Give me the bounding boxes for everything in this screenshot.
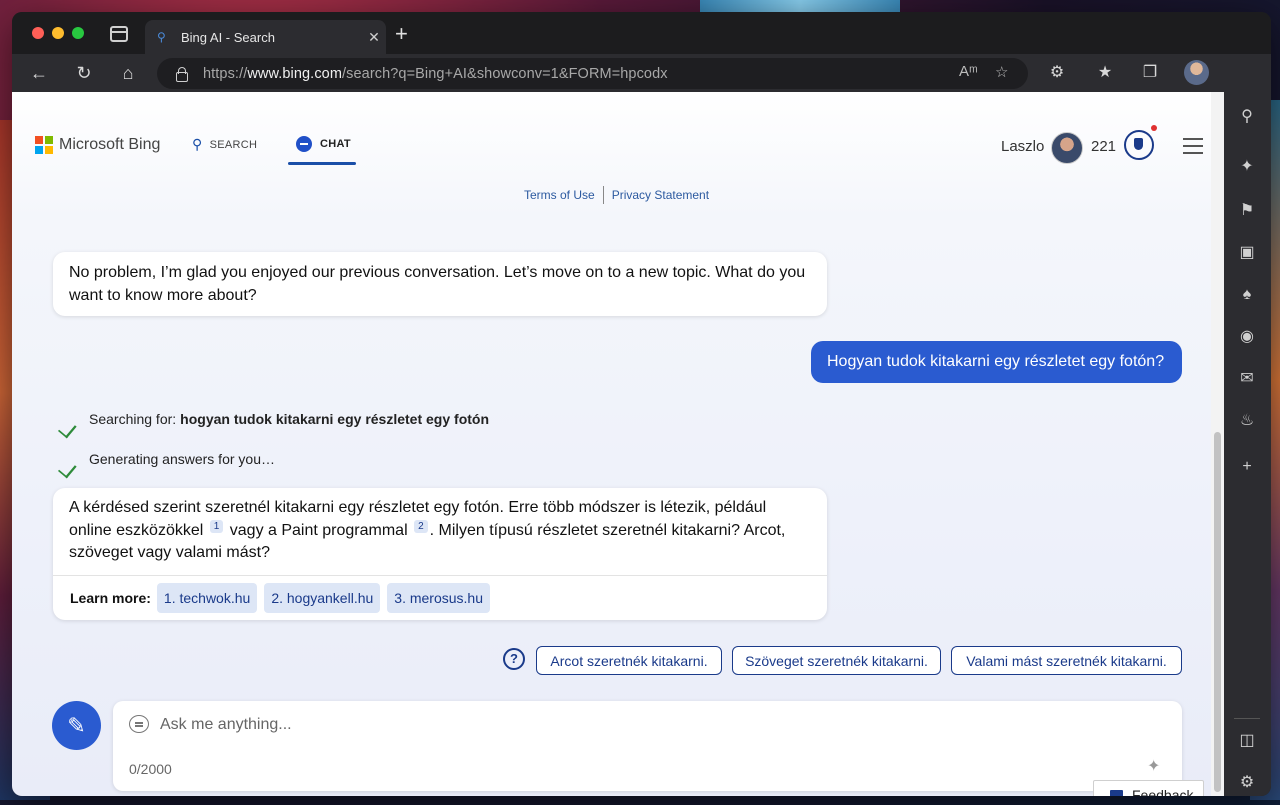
scrollbar-thumb[interactable] [1214,432,1221,792]
tab-actions-icon[interactable] [110,26,128,42]
suggestion-button[interactable]: Szöveget szeretnék kitakarni. [732,646,941,675]
active-tab-indicator [288,162,356,165]
add-favorite-icon[interactable]: ☆ [995,63,1009,81]
reload-button[interactable]: ↻ [70,59,98,87]
suggestion-button[interactable]: Valami mást szeretnék kitakarni. [951,646,1182,675]
chat-icon [296,136,312,152]
notifications-icon[interactable]: ♨ [1236,410,1258,432]
search-icon: ⚲ [157,30,166,44]
tools-briefcase-icon[interactable]: ▣ [1236,242,1258,264]
collections-icon[interactable]: ❐ [1139,62,1161,82]
feedback-icon [1110,789,1123,796]
source-link[interactable]: 3. merosus.hu [387,582,490,614]
citation-1[interactable]: 1 [209,519,224,533]
feedback-button[interactable]: Feedback [1093,780,1204,796]
extensions-icon[interactable]: ⚙ [1046,62,1068,82]
privacy-link[interactable]: Privacy Statement [612,188,709,202]
status-searching-label: Searching for: [89,411,177,427]
search-icon: ⚲ [192,136,203,152]
url-host: www.bing.com [247,65,343,82]
page-scrollbar[interactable] [1211,92,1224,796]
hide-sidebar-icon[interactable]: ◫ [1236,730,1258,752]
tab-chat[interactable]: CHAT [296,136,351,152]
games-icon[interactable]: ♠ [1236,284,1258,306]
hamburger-menu-icon[interactable] [1183,138,1203,159]
composer: 0/2000 ✦ [113,701,1182,791]
rewards-points[interactable]: 221 [1091,138,1116,155]
status-searching-query: hogyan tudok kitakarni egy részletet egy… [180,411,490,427]
pin-icon[interactable]: ✦ [1147,756,1160,776]
terms-link[interactable]: Terms of Use [524,188,595,202]
new-topic-broom-button[interactable]: ✎ [52,701,101,750]
logo-text: Microsoft Bing [59,136,161,153]
url-prefix: https:// [203,65,248,82]
tab-strip: ⚲ Bing AI - Search ✕ + [12,12,1271,54]
feedback-label: Feedback [1132,786,1194,797]
avatar[interactable] [1051,132,1083,164]
tab-search[interactable]: ⚲ SEARCH [192,136,257,153]
learn-more: Learn more: 1. techwok.hu 2. hogyankell.… [53,575,827,620]
browser-toolbar: ← ↻ ⌂ https://www.bing.com/search?q=Bing… [12,54,1271,92]
page-viewport: Microsoft Bing ⚲ SEARCH CHAT Laszlo 221 … [12,92,1224,796]
office-icon[interactable]: ◉ [1236,326,1258,348]
lock-icon [175,66,188,82]
check-icon [56,412,78,426]
window-close-button[interactable] [32,27,44,39]
shopping-tag-icon[interactable]: ⚑ [1236,200,1258,222]
bing-logo[interactable]: Microsoft Bing [35,136,160,154]
settings-gear-icon[interactable]: ⚙ [1236,772,1258,794]
tab-chat-label: CHAT [320,138,351,150]
back-button[interactable]: ← [25,59,53,87]
home-button[interactable]: ⌂ [114,59,142,87]
browser-window: ⚲ Bing AI - Search ✕ + ← ↻ ⌂ https://www… [12,12,1271,796]
edge-sidebar: ⚲ ✦ ⚑ ▣ ♠ ◉ ✉ ♨ + ◫ ⚙ [1224,54,1271,796]
read-aloud-icon[interactable]: Aᵐ [959,63,978,80]
new-tab-button[interactable]: + [395,22,408,46]
rewards-trophy-icon[interactable] [1124,130,1154,160]
search-icon[interactable]: ⚲ [1236,106,1258,128]
check-icon [56,452,78,466]
address-bar[interactable]: https://www.bing.com/search?q=Bing+AI&sh… [157,58,1028,89]
ask-input[interactable] [160,713,1060,737]
bot-answer-text: A kérdésed szerint szeretnél kitakarni e… [53,488,827,576]
favorites-icon[interactable]: ★ [1094,62,1116,82]
outlook-icon[interactable]: ✉ [1236,368,1258,390]
user-name[interactable]: Laszlo [1001,138,1044,155]
answer-part-2: vagy a Paint programmal [229,521,408,539]
suggestion-button[interactable]: Arcot szeretnék kitakarni. [536,646,722,675]
source-link[interactable]: 2. hogyankell.hu [264,582,381,614]
url-path: /search?q=Bing+AI&showconv=1&FORM=hpcodx [342,65,668,82]
window-maximize-button[interactable] [72,27,84,39]
legal-links: Terms of Use Privacy Statement [524,186,709,204]
user-message: Hogyan tudok kitakarni egy részletet egy… [811,341,1182,383]
tab-bing-ai[interactable]: ⚲ Bing AI - Search ✕ [145,20,386,54]
microsoft-logo-icon [35,136,53,154]
citation-2[interactable]: 2 [414,519,428,533]
divider [602,186,604,204]
add-icon[interactable]: + [1236,456,1258,478]
char-counter: 0/2000 [129,761,172,777]
status-searching: Searching for: hogyan tudok kitakarni eg… [56,411,489,427]
divider [1234,718,1260,719]
status-generating-label: Generating answers for you… [89,451,275,467]
close-icon[interactable]: ✕ [362,29,386,46]
chat-icon [129,715,149,733]
source-link[interactable]: 1. techwok.hu [156,582,258,614]
window-minimize-button[interactable] [52,27,64,39]
notification-dot [1151,125,1157,131]
help-question-icon[interactable]: ? [503,648,525,670]
tab-title: Bing AI - Search [181,29,275,45]
bot-answer: A kérdésed szerint szeretnél kitakarni e… [53,488,827,620]
discover-sparkle-icon[interactable]: ✦ [1236,156,1258,178]
learn-more-label: Learn more: [70,589,151,606]
profile-avatar[interactable] [1184,60,1209,85]
bot-message: No problem, I’m glad you enjoyed our pre… [53,252,827,316]
tab-search-label: SEARCH [209,138,258,151]
status-generating: Generating answers for you… [56,451,275,467]
